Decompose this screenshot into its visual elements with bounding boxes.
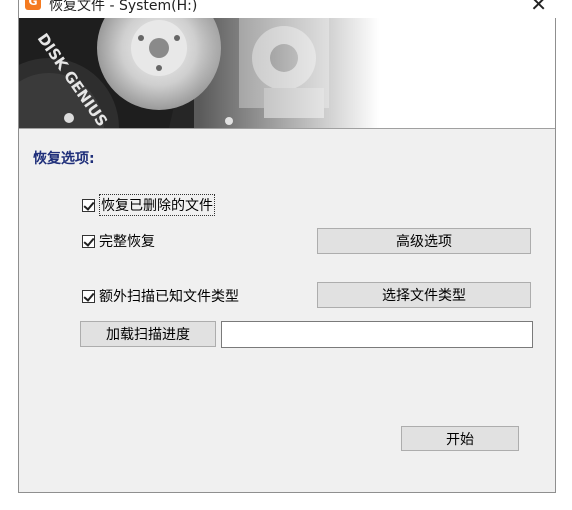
recover-files-dialog: G 恢复文件 - System(H:) ✕ DISK GENIUS 恢复选项: … bbox=[18, 0, 557, 493]
recover-deleted-checkbox[interactable] bbox=[82, 198, 95, 212]
app-logo-icon: G bbox=[25, 0, 41, 10]
extra-scan-checkbox[interactable] bbox=[82, 289, 95, 303]
full-recovery-label: 完整恢复 bbox=[99, 234, 155, 250]
extra-scan-option[interactable]: 额外扫描已知文件类型 bbox=[82, 286, 239, 306]
recover-deleted-option[interactable]: 恢复已删除的文件 bbox=[82, 194, 215, 216]
full-recovery-checkbox[interactable] bbox=[82, 234, 95, 248]
banner-divider bbox=[19, 128, 555, 129]
start-button[interactable]: 开始 bbox=[401, 426, 519, 451]
recover-deleted-label: 恢复已删除的文件 bbox=[99, 194, 215, 216]
recovery-options-heading: 恢复选项: bbox=[33, 151, 95, 167]
extra-scan-label: 额外扫描已知文件类型 bbox=[99, 289, 239, 305]
close-button[interactable]: ✕ bbox=[530, 0, 547, 16]
window-title: 恢复文件 - System(H:) bbox=[49, 0, 198, 14]
select-file-types-button[interactable]: 选择文件类型 bbox=[317, 282, 531, 308]
advanced-options-button[interactable]: 高级选项 bbox=[317, 228, 531, 254]
title-bar: G 恢复文件 - System(H:) ✕ bbox=[19, 0, 557, 18]
full-recovery-option[interactable]: 完整恢复 bbox=[82, 231, 155, 251]
hard-disk-illustration: DISK GENIUS bbox=[19, 18, 379, 128]
banner-image: DISK GENIUS bbox=[19, 18, 555, 128]
scan-progress-path-field[interactable] bbox=[221, 321, 533, 348]
load-scan-progress-button[interactable]: 加载扫描进度 bbox=[80, 321, 216, 347]
